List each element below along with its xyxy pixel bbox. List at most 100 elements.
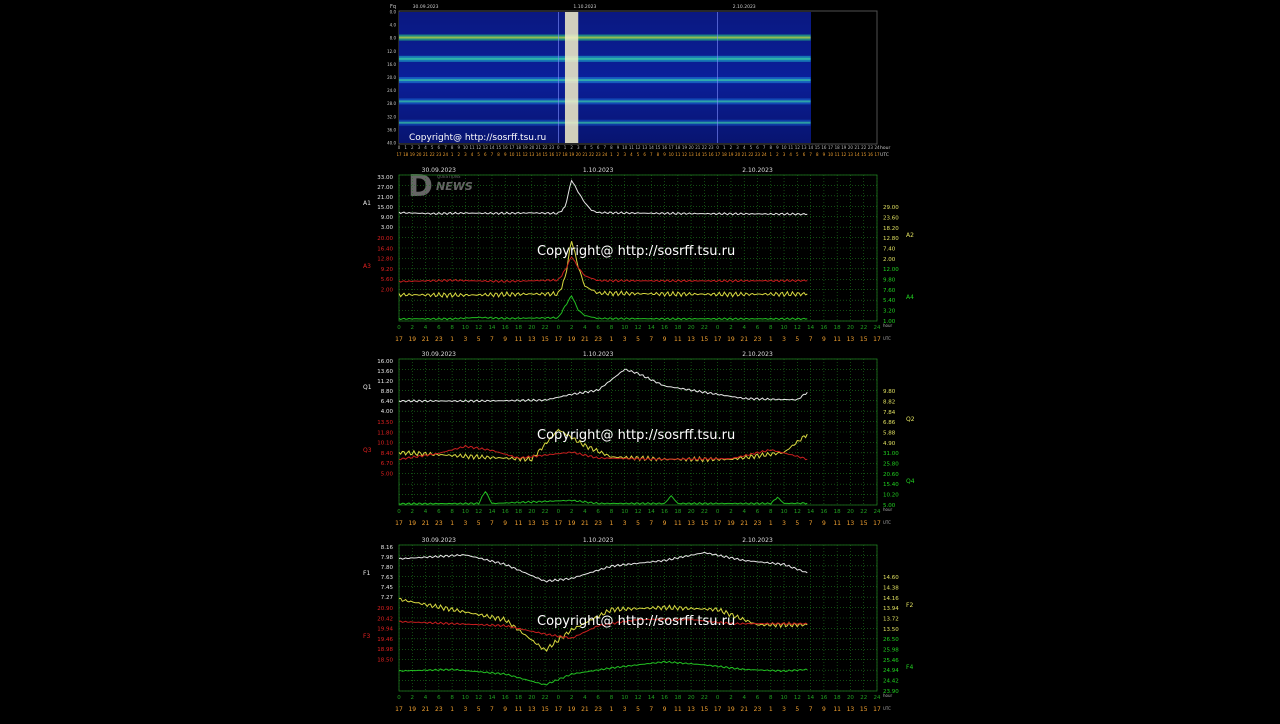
hour-tick: 2: [729, 509, 733, 515]
spectrogram-band-core: [399, 57, 811, 60]
spectrogram-y-tick: 36.0: [387, 127, 396, 132]
spectrogram-watermark: Copyright@ http://sosrff.tsu.ru: [409, 133, 546, 143]
y-tick-left-red: 2.00: [381, 288, 394, 294]
utc-tick: 5: [477, 520, 481, 527]
hour-tick: 16: [661, 509, 668, 515]
spectrogram-date: 2.10.2023: [733, 4, 756, 10]
hour-tick: 4: [742, 509, 746, 515]
spectrogram-utc-tick: 1: [451, 152, 454, 157]
panel-date: 30.09.2023: [422, 537, 457, 544]
hour-tick: 14: [807, 509, 814, 515]
y-tick-left-red: 6.70: [381, 461, 394, 467]
spectrogram-band-core: [399, 100, 811, 103]
hour-tick: 0: [716, 325, 720, 331]
utc-tick: 23: [435, 706, 443, 713]
hour-tick: 8: [450, 695, 454, 701]
hour-tick: 10: [621, 325, 628, 331]
y-tick-right-green: 24.94: [883, 668, 899, 674]
y-tick-left-red: 18.98: [377, 647, 393, 653]
spectrogram-hour-tick: 4: [584, 145, 587, 150]
spectrogram-hour-tick: 23: [708, 145, 714, 150]
utc-tick: 1: [610, 706, 614, 713]
y-tick-left: 21.00: [377, 195, 393, 201]
series-label-q1: Q1: [363, 384, 372, 391]
hour-tick: 22: [701, 509, 708, 515]
utc-tick: 13: [687, 706, 695, 713]
hour-tick: 14: [488, 695, 495, 701]
hour-tick: 6: [596, 695, 600, 701]
panel-date: 2.10.2023: [742, 537, 773, 544]
spectrogram-hour-tick: 15: [815, 145, 821, 150]
spectrogram-hour-tick: 22: [702, 145, 708, 150]
hour-tick: 10: [462, 325, 469, 331]
utc-tick: 19: [727, 706, 735, 713]
hour-tick: 6: [756, 325, 760, 331]
utc-tick: 9: [822, 706, 826, 713]
series-line-q4: [398, 490, 808, 506]
spectrogram-hour-tick: 0: [716, 145, 719, 150]
hour-tick: 10: [781, 325, 788, 331]
hour-tick: 4: [583, 325, 587, 331]
utc-tick: 13: [687, 520, 695, 527]
utc-tick: 19: [727, 520, 735, 527]
hour-tick: 6: [437, 509, 441, 515]
sosrff-monitor-screen: Fq 0.0 4.0 8.0 12.0 16.0 20.0 24.0 28.0 32.0 36.0…: [0, 0, 1280, 720]
y-tick-right-green: 12.00: [883, 267, 899, 273]
utc-tick: 21: [581, 336, 589, 343]
hour-tick: 10: [621, 509, 628, 515]
hour-tick: 14: [488, 325, 495, 331]
y-tick-left: 7.45: [381, 585, 394, 591]
hour-tick: 12: [475, 509, 482, 515]
y-tick-left-red: 10.10: [377, 441, 393, 447]
utc-tick: 7: [490, 336, 494, 343]
spectrogram-hour-tick: 8: [770, 145, 773, 150]
hour-tick: 16: [820, 695, 827, 701]
y-tick-left-red: 20.00: [377, 236, 393, 242]
spectrogram-utc-tick: 16: [868, 152, 874, 157]
hour-tick: 8: [769, 695, 773, 701]
hour-tick: 14: [648, 509, 655, 515]
spectrogram-utc-tick: 10: [669, 152, 675, 157]
hour-tick: 8: [450, 509, 454, 515]
spectrogram-hour-tick: 5: [431, 145, 434, 150]
y-tick-right: 18.20: [883, 226, 899, 232]
panel-watermark: Copyright@ http://sosrff.tsu.ru: [537, 244, 735, 259]
spectrogram-hour-tick: 4: [743, 145, 746, 150]
y-tick-left-red: 5.00: [381, 472, 394, 478]
utc-tick: 17: [395, 706, 403, 713]
hour-tick: 0: [397, 695, 401, 701]
hour-tick: 8: [610, 325, 614, 331]
panel-date: 1.10.2023: [583, 351, 614, 358]
utc-tick: 5: [636, 706, 640, 713]
hour-tick: 4: [583, 695, 587, 701]
spectrogram-utc-tick: 9: [504, 152, 507, 157]
spectrogram-hour-tick: 21: [855, 145, 861, 150]
spectrogram-utc-tick: 12: [682, 152, 688, 157]
utc-tick: 3: [623, 336, 627, 343]
series-label-q4: Q4: [906, 478, 915, 485]
utc-tick: 21: [422, 706, 430, 713]
y-tick-right-green: 20.60: [883, 472, 899, 478]
utc-tick: 1: [610, 520, 614, 527]
spectrogram-unit-top: hour: [880, 145, 890, 151]
panel-date: 30.09.2023: [422, 167, 457, 174]
hour-axis: 0 2 4 6 8 10 12 14 16 18 20 22 0 2 4 6 8 10 12 14 16 18 20 22 0 2…: [395, 509, 881, 527]
y-tick-left-red: 8.40: [381, 451, 394, 457]
utc-tick: 21: [422, 520, 430, 527]
hour-tick: 22: [860, 509, 867, 515]
hour-tick: 24: [874, 325, 881, 331]
utc-tick: 19: [568, 336, 576, 343]
spectrogram-band-core: [399, 36, 811, 39]
spectrogram-utc-tick: 4: [789, 152, 792, 157]
spectrogram-hour-tick: 15: [655, 145, 661, 150]
hour-tick: 14: [648, 695, 655, 701]
utc-tick: 17: [873, 706, 881, 713]
hour-tick: 0: [557, 695, 561, 701]
series-label-f2: F2: [906, 602, 913, 609]
utc-tick: 7: [809, 706, 813, 713]
spectrogram-hour-axis: 0 1 2 3 4 5 6 7 8 9 10 11 12 13 14 15 16 17 18 19 20 21 22 23 0 1…: [396, 145, 880, 157]
spectrogram-hour-tick: 0: [398, 145, 401, 150]
hour-tick: 18: [515, 695, 522, 701]
hour-tick: 0: [716, 695, 720, 701]
spectrogram-utc-tick: 18: [403, 152, 409, 157]
